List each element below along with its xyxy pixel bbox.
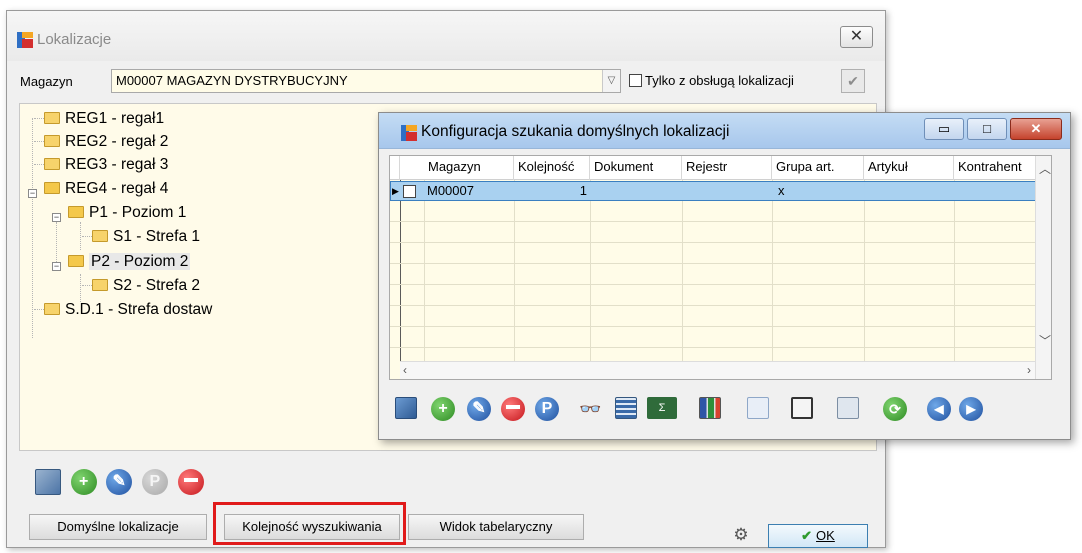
add-icon[interactable]: + (431, 397, 455, 421)
export-icon[interactable] (395, 397, 417, 419)
app-icon (401, 125, 417, 141)
windows-icon[interactable] (837, 397, 859, 419)
maximize-icon: □ (983, 121, 991, 136)
checkbox-box[interactable] (629, 74, 642, 87)
column-header[interactable]: Grupa art. (772, 156, 864, 180)
folder-open-icon (68, 255, 84, 267)
edit-icon[interactable]: ✎ (106, 469, 133, 495)
refresh-icon[interactable]: ⟳ (883, 397, 907, 421)
add-icon[interactable]: + (70, 469, 97, 495)
p-icon[interactable]: P (141, 469, 168, 495)
collapse-toggle[interactable]: − (52, 262, 61, 271)
close-icon: ✕ (1030, 121, 1042, 136)
checkmark-icon: ✔ (801, 528, 813, 543)
scroll-up-icon[interactable]: ︿ (1039, 160, 1051, 177)
column-header[interactable]: Kontrahent (954, 156, 1037, 180)
title-bar: Lokalizacje ✕ (7, 11, 885, 61)
folder-icon (44, 135, 60, 147)
highlight-box (213, 502, 406, 545)
table-add-icon[interactable] (35, 469, 61, 495)
column-header[interactable]: Magazyn (424, 156, 514, 180)
folder-icon (92, 230, 108, 242)
cell-grupa-art: x (778, 183, 785, 198)
document-icon[interactable] (747, 397, 769, 419)
minimize-icon: ▭ (937, 121, 951, 136)
collapse-toggle[interactable]: − (28, 189, 37, 198)
tree-item-selected[interactable]: P2 - Poziom 2 (68, 253, 191, 271)
scroll-right-icon[interactable]: › (1027, 363, 1031, 377)
search-config-window: Konfiguracja szukania domyślnych lokaliz… (378, 112, 1071, 440)
chevron-down-icon[interactable]: ▽ (602, 70, 620, 92)
folder-icon (44, 303, 60, 315)
close-icon: ✕ (849, 28, 864, 45)
table-view-button[interactable]: Widok tabelaryczny (408, 514, 584, 540)
tree-toolbar: + ✎ P (35, 469, 204, 495)
settings-button[interactable]: ⚙ (729, 524, 753, 548)
only-with-locations-checkbox[interactable]: Tylko z obsługą lokalizacji (629, 73, 794, 88)
vertical-scrollbar[interactable]: ︿ ﹀ (1035, 156, 1051, 379)
column-header[interactable]: Kolejność (514, 156, 590, 180)
default-locations-button[interactable]: Domyślne lokalizacje (29, 514, 207, 540)
config-toolbar: + ✎ P 👓 Σ ⟳ ◀ ▶ (393, 393, 1053, 427)
sum-icon[interactable]: Σ (647, 397, 677, 419)
folder-icon (44, 112, 60, 124)
window-title: Lokalizacje (37, 31, 112, 48)
horizontal-scrollbar[interactable]: ‹ › (400, 361, 1035, 379)
next-icon[interactable]: ▶ (959, 397, 983, 421)
magazyn-value: M00007 MAGAZYN DYSTRYBUCYJNY (116, 73, 348, 88)
collapse-toggle[interactable]: − (52, 213, 61, 222)
title-bar: Konfiguracja szukania domyślnych lokaliz… (379, 113, 1070, 149)
row-checkbox[interactable] (403, 185, 416, 198)
close-button[interactable]: ✕ (1010, 118, 1062, 140)
ok-button[interactable]: ✔ OK (768, 524, 868, 548)
previous-icon[interactable]: ◀ (927, 397, 951, 421)
magazyn-label: Magazyn (20, 74, 73, 89)
column-header[interactable]: Rejestr (682, 156, 772, 180)
tree-item[interactable]: P1 - Poziom 1 (68, 204, 186, 222)
row-pointer-icon: ▶ (392, 186, 399, 196)
magazyn-select[interactable]: M00007 MAGAZYN DYSTRYBUCYJNY ▽ (111, 69, 621, 93)
cell-magazyn: M00007 (427, 183, 474, 198)
folder-open-icon (44, 182, 60, 194)
minimize-button[interactable]: ▭ (924, 118, 964, 140)
p-icon[interactable]: P (535, 397, 559, 421)
checkmark-icon: ✔ (847, 73, 859, 89)
tree-item[interactable]: S2 - Strefa 2 (82, 277, 200, 295)
column-header[interactable]: Artykuł (864, 156, 954, 180)
tree-item[interactable]: S1 - Strefa 1 (82, 228, 200, 246)
folder-icon (92, 279, 108, 291)
scroll-left-icon[interactable]: ‹ (403, 363, 407, 377)
folder-icon (44, 158, 60, 170)
scroll-down-icon[interactable]: ﹀ (1039, 332, 1051, 349)
maximize-button[interactable]: □ (967, 118, 1007, 140)
folder-open-icon (68, 206, 84, 218)
grid-header: Magazyn Kolejność Dokument Rejestr Grupa… (390, 156, 1051, 180)
app-icon (17, 32, 33, 48)
save-icon[interactable] (791, 397, 813, 419)
tree-item[interactable]: REG4 - regał 4 (44, 180, 168, 198)
chart-icon[interactable] (699, 397, 721, 419)
close-button[interactable]: ✕ (840, 26, 873, 48)
table-row[interactable]: ▶ M00007 1 x (390, 181, 1051, 201)
tree-item[interactable]: REG1 - regał1 (34, 110, 164, 128)
edit-icon[interactable]: ✎ (467, 397, 491, 421)
window-title: Konfiguracja szukania domyślnych lokaliz… (421, 123, 730, 140)
grid-icon[interactable] (615, 397, 637, 419)
delete-icon[interactable] (501, 397, 525, 421)
tree-item[interactable]: S.D.1 - Strefa dostaw (34, 301, 212, 319)
tree-item[interactable]: REG2 - regał 2 (34, 133, 168, 151)
tree-item[interactable]: REG3 - regał 3 (34, 156, 168, 174)
config-grid[interactable]: Magazyn Kolejność Dokument Rejestr Grupa… (389, 155, 1052, 380)
column-header[interactable]: Dokument (590, 156, 682, 180)
gear-icon: ⚙ (733, 525, 749, 544)
cell-kolejnosc: 1 (579, 183, 587, 198)
apply-filter-button[interactable]: ✔ (841, 69, 865, 93)
only-with-locations-label: Tylko z obsługą lokalizacji (645, 73, 794, 88)
delete-icon[interactable] (177, 469, 204, 495)
binoculars-icon[interactable]: 👓 (579, 399, 601, 420)
